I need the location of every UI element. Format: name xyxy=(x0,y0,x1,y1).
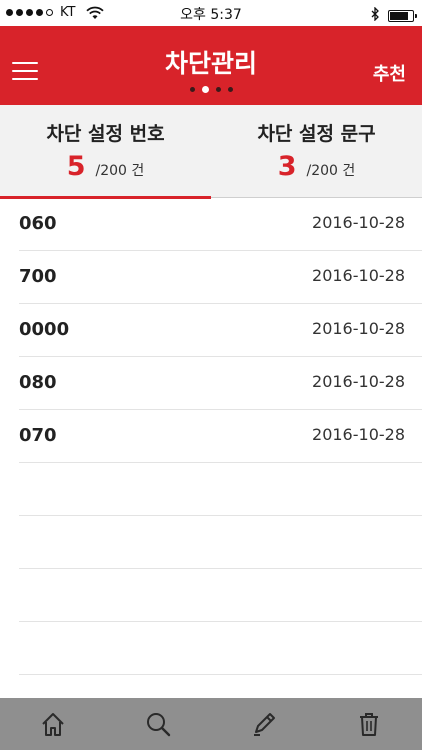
blocked-count: 3 xyxy=(277,151,297,182)
tab-label: 차단 설정 문구 xyxy=(257,123,376,145)
list-item[interactable]: 070 2016-10-28 xyxy=(19,410,422,463)
page-dot xyxy=(201,86,209,93)
registered-date: 2016-10-28 xyxy=(312,425,405,444)
empty-list-row xyxy=(19,463,422,516)
blocked-number-list: 060 2016-10-28 700 2016-10-28 0000 2016-… xyxy=(0,198,422,675)
trash-icon[interactable] xyxy=(317,698,422,750)
battery-icon xyxy=(388,9,417,22)
count-limit: /200 건 xyxy=(306,163,356,179)
page-title: 차단관리 xyxy=(164,49,257,78)
status-time: 오후 5:37 xyxy=(180,7,242,23)
home-icon[interactable] xyxy=(0,698,106,750)
blocked-count: 5 xyxy=(66,151,86,182)
empty-list-row xyxy=(19,622,422,675)
tab-count: 5/200 건 xyxy=(0,151,211,182)
recommend-button[interactable]: 추천 xyxy=(373,60,406,86)
edit-icon[interactable] xyxy=(211,698,317,750)
page-dot xyxy=(189,87,195,92)
blocked-number: 070 xyxy=(19,425,57,446)
status-bar: KT 오후 5:37 xyxy=(0,0,422,26)
registered-date: 2016-10-28 xyxy=(312,213,405,232)
registered-date: 2016-10-28 xyxy=(312,319,405,338)
blocked-number: 700 xyxy=(19,266,57,287)
blocked-number: 080 xyxy=(19,372,57,393)
list-item[interactable]: 060 2016-10-28 xyxy=(19,198,422,251)
search-icon[interactable] xyxy=(106,698,212,750)
empty-list-row xyxy=(19,516,422,569)
tab-blocked-phrases[interactable]: 차단 설정 문구 3/200 건 xyxy=(211,105,422,198)
page-dot xyxy=(215,87,221,92)
bluetooth-icon xyxy=(371,6,380,25)
registered-date: 2016-10-28 xyxy=(312,372,405,391)
tab-bar: 차단 설정 번호 5/200 건 차단 설정 문구 3/200 건 xyxy=(0,105,422,199)
empty-list-row xyxy=(19,569,422,622)
count-limit: /200 건 xyxy=(95,163,145,179)
tab-blocked-numbers[interactable]: 차단 설정 번호 5/200 건 xyxy=(0,105,211,199)
blocked-number: 060 xyxy=(19,213,57,234)
list-item[interactable]: 080 2016-10-28 xyxy=(19,357,422,410)
bottom-toolbar xyxy=(0,698,422,750)
blocked-number: 0000 xyxy=(19,319,70,340)
app-header: 차단관리 추천 xyxy=(0,26,422,105)
tab-count: 3/200 건 xyxy=(211,151,422,182)
page-dot xyxy=(227,87,233,92)
registered-date: 2016-10-28 xyxy=(312,266,405,285)
list-item[interactable]: 0000 2016-10-28 xyxy=(19,304,422,357)
page-indicator xyxy=(0,86,422,93)
list-item[interactable]: 700 2016-10-28 xyxy=(19,251,422,304)
tab-label: 차단 설정 번호 xyxy=(46,123,165,145)
